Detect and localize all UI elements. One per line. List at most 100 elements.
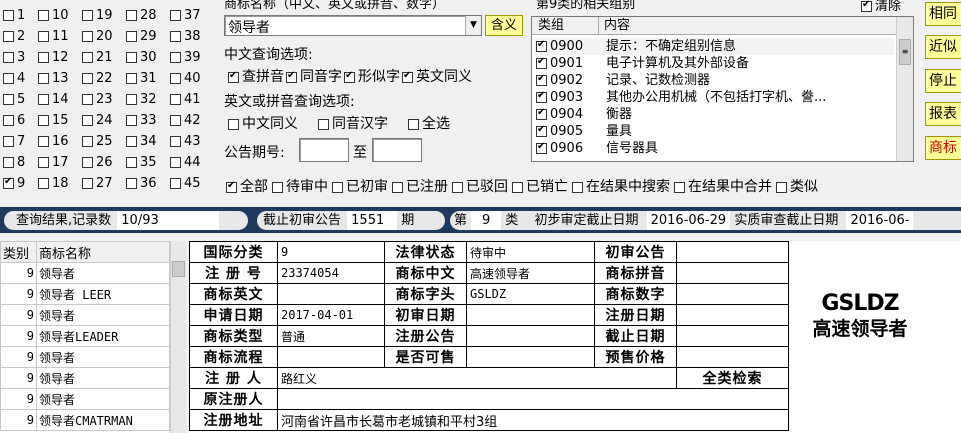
checkbox-icon[interactable]: [170, 157, 181, 168]
checkbox-icon[interactable]: [82, 31, 93, 42]
name-input[interactable]: 领导者: [228, 17, 270, 37]
class-checkbox[interactable]: 37: [170, 6, 201, 26]
checkbox-icon[interactable]: [170, 178, 181, 189]
meaning-button[interactable]: 含义: [485, 15, 523, 36]
checkbox-icon[interactable]: [228, 118, 239, 130]
checkbox-icon[interactable]: [452, 181, 463, 193]
class-checkbox[interactable]: 40: [170, 69, 201, 89]
clear-checkbox[interactable]: 清除: [861, 0, 901, 14]
side-button[interactable]: 停止: [925, 69, 961, 93]
class-checkbox[interactable]: 5: [3, 90, 25, 110]
table-row[interactable]: 9 领导者: [0, 388, 170, 410]
checkbox-icon[interactable]: [512, 181, 523, 193]
checkbox-icon[interactable]: [38, 52, 49, 63]
class-checkbox[interactable]: 19: [82, 6, 113, 26]
checkbox-icon[interactable]: [3, 94, 14, 105]
class-checkbox[interactable]: 21: [82, 48, 113, 68]
class-checkbox[interactable]: 7: [3, 132, 25, 152]
class-checkbox[interactable]: 11: [38, 27, 69, 47]
checkbox-icon[interactable]: [3, 136, 14, 147]
checkbox-icon[interactable]: [536, 141, 547, 154]
checkbox-icon[interactable]: [3, 73, 14, 84]
class-checkbox[interactable]: 30: [126, 48, 157, 68]
checkbox-icon[interactable]: [82, 178, 93, 189]
checkbox-icon[interactable]: [82, 136, 93, 147]
checkbox-icon[interactable]: [536, 90, 547, 103]
option-checkbox[interactable]: 已销亡: [512, 179, 568, 195]
class-checkbox[interactable]: 13: [38, 69, 69, 89]
class-checkbox[interactable]: 29: [126, 27, 157, 47]
checkbox-icon[interactable]: [536, 124, 547, 137]
checkbox-icon[interactable]: [126, 136, 137, 147]
class-checkbox[interactable]: 8: [3, 153, 25, 173]
side-button[interactable]: 近似: [925, 35, 961, 59]
checkbox-icon[interactable]: [82, 115, 93, 126]
checkbox-icon[interactable]: [38, 157, 49, 168]
checkbox-icon[interactable]: [536, 39, 547, 52]
class-checkbox[interactable]: 16: [38, 132, 69, 152]
class-checkbox[interactable]: 10: [38, 6, 69, 26]
checkbox-icon[interactable]: [3, 10, 14, 21]
group-row[interactable]: 0903 其他办公用机械（不包括打字机、誊...: [534, 89, 894, 106]
checkbox-icon[interactable]: [38, 115, 49, 126]
list-scroll-thumb[interactable]: [172, 261, 185, 277]
period-from-input[interactable]: [299, 138, 349, 162]
class-checkbox[interactable]: 32: [126, 90, 157, 110]
checkbox-icon[interactable]: [170, 73, 181, 84]
checkbox-icon[interactable]: [776, 181, 787, 193]
checkbox-icon[interactable]: [170, 115, 181, 126]
table-row[interactable]: 9 领导者: [0, 304, 170, 326]
class-checkbox[interactable]: 18: [38, 174, 69, 194]
checkbox-icon[interactable]: [126, 73, 137, 84]
table-row[interactable]: 9 领导者LEADER: [0, 325, 170, 347]
checkbox-icon[interactable]: [228, 70, 239, 83]
option-checkbox[interactable]: 全部: [226, 179, 268, 195]
checkbox-icon[interactable]: [536, 107, 547, 120]
option-checkbox[interactable]: 已驳回: [452, 179, 508, 195]
clear-check-icon[interactable]: [861, 0, 872, 12]
checkbox-icon[interactable]: [408, 118, 419, 130]
checkbox-icon[interactable]: [536, 56, 547, 69]
checkbox-icon[interactable]: [402, 70, 413, 83]
class-checkbox[interactable]: 6: [3, 111, 25, 131]
option-checkbox[interactable]: 英文同义: [402, 69, 472, 85]
side-button[interactable]: 商标: [925, 136, 961, 160]
checkbox-icon[interactable]: [82, 73, 93, 84]
checkbox-icon[interactable]: [126, 115, 137, 126]
checkbox-icon[interactable]: [3, 115, 14, 126]
class-checkbox[interactable]: 17: [38, 153, 69, 173]
checkbox-icon[interactable]: [170, 52, 181, 63]
class-checkbox[interactable]: 44: [170, 153, 201, 173]
dropdown-arrow-icon[interactable]: ▼: [465, 16, 481, 35]
checkbox-icon[interactable]: [3, 31, 14, 42]
checkbox-icon[interactable]: [3, 52, 14, 63]
group-row[interactable]: 0901 电子计算机及其外部设备: [534, 55, 894, 72]
checkbox-icon[interactable]: [38, 136, 49, 147]
checkbox-icon[interactable]: [572, 181, 583, 193]
checkbox-icon[interactable]: [170, 136, 181, 147]
checkbox-icon[interactable]: [332, 181, 343, 193]
class-checkbox[interactable]: 35: [126, 153, 157, 173]
class-checkbox[interactable]: 24: [82, 111, 113, 131]
option-checkbox[interactable]: 中文同义: [228, 116, 298, 132]
checkbox-icon[interactable]: [126, 94, 137, 105]
group-row[interactable]: 0906 信号器具: [534, 140, 894, 157]
checkbox-icon[interactable]: [126, 31, 137, 42]
class-checkbox[interactable]: 20: [82, 27, 113, 47]
checkbox-icon[interactable]: [82, 52, 93, 63]
side-button[interactable]: 报表: [925, 102, 961, 126]
option-checkbox[interactable]: 已注册: [392, 179, 448, 195]
group-row[interactable]: 0902 记录、记数检测器: [534, 72, 894, 89]
class-checkbox[interactable]: 2: [3, 27, 25, 47]
class-checkbox[interactable]: 42: [170, 111, 201, 131]
table-row[interactable]: 9 领导者: [0, 262, 170, 284]
class-checkbox[interactable]: 38: [170, 27, 201, 47]
option-checkbox[interactable]: 类似: [776, 179, 818, 195]
checkbox-icon[interactable]: [82, 94, 93, 105]
checkbox-icon[interactable]: [318, 118, 329, 130]
option-checkbox[interactable]: 在结果中合并: [674, 179, 772, 195]
checkbox-icon[interactable]: [170, 31, 181, 42]
checkbox-icon[interactable]: [82, 10, 93, 21]
class-checkbox[interactable]: 34: [126, 132, 157, 152]
class-checkbox[interactable]: 22: [82, 69, 113, 89]
